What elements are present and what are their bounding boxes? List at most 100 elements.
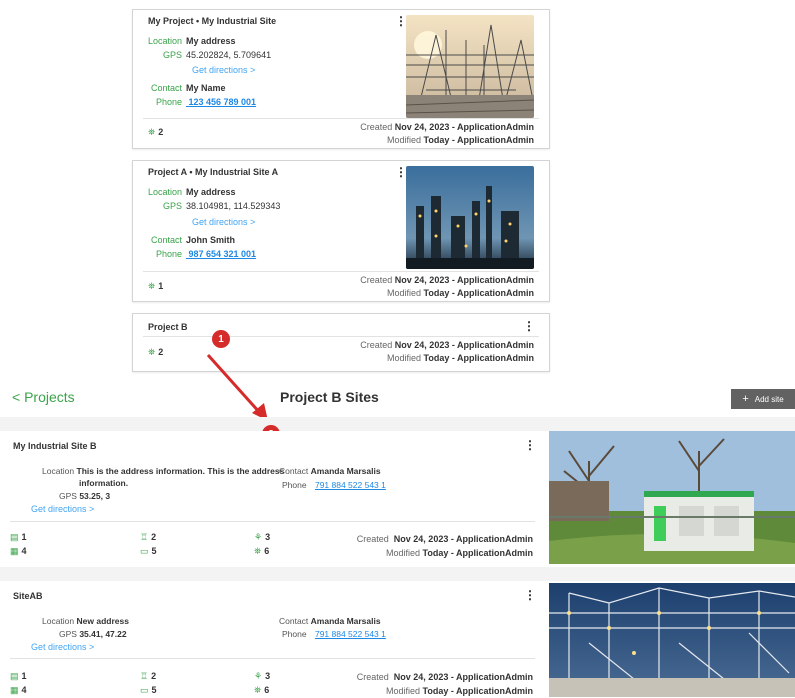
phone-link[interactable]: 987 654 321 001: [186, 249, 257, 259]
more-menu-icon[interactable]: ⋮: [524, 588, 536, 602]
annotation-arrow-icon: [206, 353, 268, 421]
tower-icon: ♖: [140, 532, 149, 542]
get-directions-link[interactable]: Get directions >: [192, 217, 255, 227]
panel-icon: ▤: [10, 671, 19, 681]
metric-3: ⚘ 3: [254, 532, 271, 542]
metric-1: ▤ 1: [10, 671, 27, 681]
audit-info: Created Nov 24, 2023 - ApplicationAdmin …: [360, 340, 535, 363]
project-title: My Project • My Industrial Site: [148, 16, 277, 26]
gps-label: GPS: [59, 491, 77, 501]
site-icon: ⛯: [254, 546, 262, 556]
site-icon: ⛯: [148, 281, 156, 291]
metric-3: ⚘ 3: [254, 671, 271, 681]
get-directions-link[interactable]: Get directions >: [192, 65, 255, 75]
location-label: Location: [42, 616, 75, 626]
modified-value: Today - ApplicationAdmin: [423, 288, 535, 298]
metric-2: ♖ 2: [140, 532, 157, 542]
gps-label: GPS: [59, 629, 77, 639]
site-count: ⛯ 1: [148, 281, 164, 291]
site-title: SiteAB: [13, 591, 43, 601]
site-count: ⛯ 2: [148, 127, 164, 137]
project-card[interactable]: My Project • My Industrial Site ⋮ Locati…: [132, 9, 550, 149]
more-menu-icon[interactable]: ⋮: [524, 438, 536, 452]
contact-value: My Name: [186, 83, 226, 93]
get-directions-link[interactable]: Get directions >: [31, 642, 94, 652]
metric-5: ▭ 5: [140, 546, 157, 556]
phone-label: Phone: [282, 480, 307, 490]
phone-link[interactable]: 791 884 522 543 1: [315, 480, 386, 490]
metric-5: ▭ 5: [140, 685, 157, 695]
gps-value: 35.41, 47.22: [79, 629, 127, 639]
location-value: My address: [186, 36, 236, 46]
phone-label: Phone: [155, 249, 182, 259]
monitor-icon: ▭: [140, 546, 149, 556]
site-card[interactable]: My Industrial Site B ⋮ Location This is …: [0, 431, 545, 567]
created-value: Nov 24, 2023 - ApplicationAdmin: [394, 275, 534, 285]
gps-value: 53.25, 3: [79, 491, 111, 501]
site-icon: ⛯: [148, 127, 156, 137]
audit-info: Created Nov 24, 2023 - ApplicationAdmin …: [360, 275, 535, 298]
location-label: Location: [148, 36, 183, 46]
metric-2: ♖ 2: [140, 671, 157, 681]
contact-value: John Smith: [186, 235, 235, 245]
project-title: Project A • My Industrial Site A: [148, 167, 279, 177]
site-icon: ⛯: [254, 685, 262, 695]
site-icon: ⛯: [148, 347, 156, 357]
contact-label: Contact: [150, 235, 182, 245]
more-menu-icon[interactable]: ⋮: [523, 319, 535, 333]
created-value: Nov 24, 2023 - ApplicationAdmin: [393, 672, 533, 682]
network-icon: ▦: [10, 685, 19, 695]
site-image: [406, 166, 534, 269]
network-icon: ▦: [10, 546, 19, 556]
location-value: My address: [186, 187, 236, 197]
modified-value: Today - ApplicationAdmin: [422, 686, 534, 696]
gps-value: 38.104981, 114.529343: [186, 201, 281, 211]
audit-info: Created Nov 24, 2023 - ApplicationAdmin …: [356, 534, 534, 558]
plus-icon: +: [742, 393, 749, 405]
modified-value: Today - ApplicationAdmin: [423, 135, 535, 145]
gps-value: 45.202824, 5.709641: [186, 50, 272, 60]
location-label: Location: [42, 466, 75, 476]
metric-4: ▦ 4: [10, 685, 27, 695]
add-site-label: Add site: [754, 394, 784, 404]
project-title: Project B: [148, 322, 188, 332]
site-image: [549, 431, 795, 564]
site-title: My Industrial Site B: [13, 441, 97, 451]
phone-link[interactable]: 123 456 789 001: [186, 97, 257, 107]
audit-info: Created Nov 24, 2023 - ApplicationAdmin …: [356, 672, 534, 696]
site-image: [406, 15, 534, 118]
created-value: Nov 24, 2023 - ApplicationAdmin: [393, 534, 533, 544]
project-card[interactable]: Project A • My Industrial Site A ⋮ Locat…: [132, 160, 550, 302]
monitor-icon: ▭: [140, 685, 149, 695]
back-to-projects-link[interactable]: < Projects: [12, 389, 75, 405]
tower-icon: ♖: [140, 671, 149, 681]
contact-value: Amanda Marsalis: [310, 466, 381, 476]
created-value: Nov 24, 2023 - ApplicationAdmin: [394, 340, 534, 350]
contact-label: Contact: [150, 83, 182, 93]
site-card[interactable]: SiteAB ⋮ Location New address GPS 35.41,…: [0, 581, 545, 697]
site-image: [549, 583, 795, 697]
project-card[interactable]: Project B ⋮ ⛯ 2 Created Nov 24, 2023 - Ap…: [132, 313, 550, 372]
audit-info: Created Nov 24, 2023 - ApplicationAdmin …: [360, 122, 535, 145]
phone-label: Phone: [155, 97, 182, 107]
get-directions-link[interactable]: Get directions >: [31, 504, 94, 514]
add-site-button[interactable]: + Add site: [731, 389, 795, 409]
metric-4: ▦ 4: [10, 546, 27, 556]
contact-value: Amanda Marsalis: [310, 616, 381, 626]
metric-1: ▤ 1: [10, 532, 27, 542]
location-value-cont: information.: [79, 478, 129, 488]
contact-label: Contact: [279, 616, 309, 626]
hierarchy-icon: ⚘: [254, 532, 263, 542]
panel-icon: ▤: [10, 532, 19, 542]
phone-label: Phone: [282, 629, 307, 639]
site-count: ⛯ 2: [148, 347, 164, 357]
page-title: Project B Sites: [280, 389, 379, 405]
location-label: Location: [148, 187, 183, 197]
created-value: Nov 24, 2023 - ApplicationAdmin: [394, 122, 534, 132]
modified-value: Today - ApplicationAdmin: [422, 548, 534, 558]
gps-label: GPS: [162, 50, 182, 60]
phone-link[interactable]: 791 884 522 543 1: [315, 629, 386, 639]
gps-label: GPS: [162, 201, 182, 211]
location-value: New address: [76, 616, 129, 626]
modified-value: Today - ApplicationAdmin: [423, 353, 535, 363]
